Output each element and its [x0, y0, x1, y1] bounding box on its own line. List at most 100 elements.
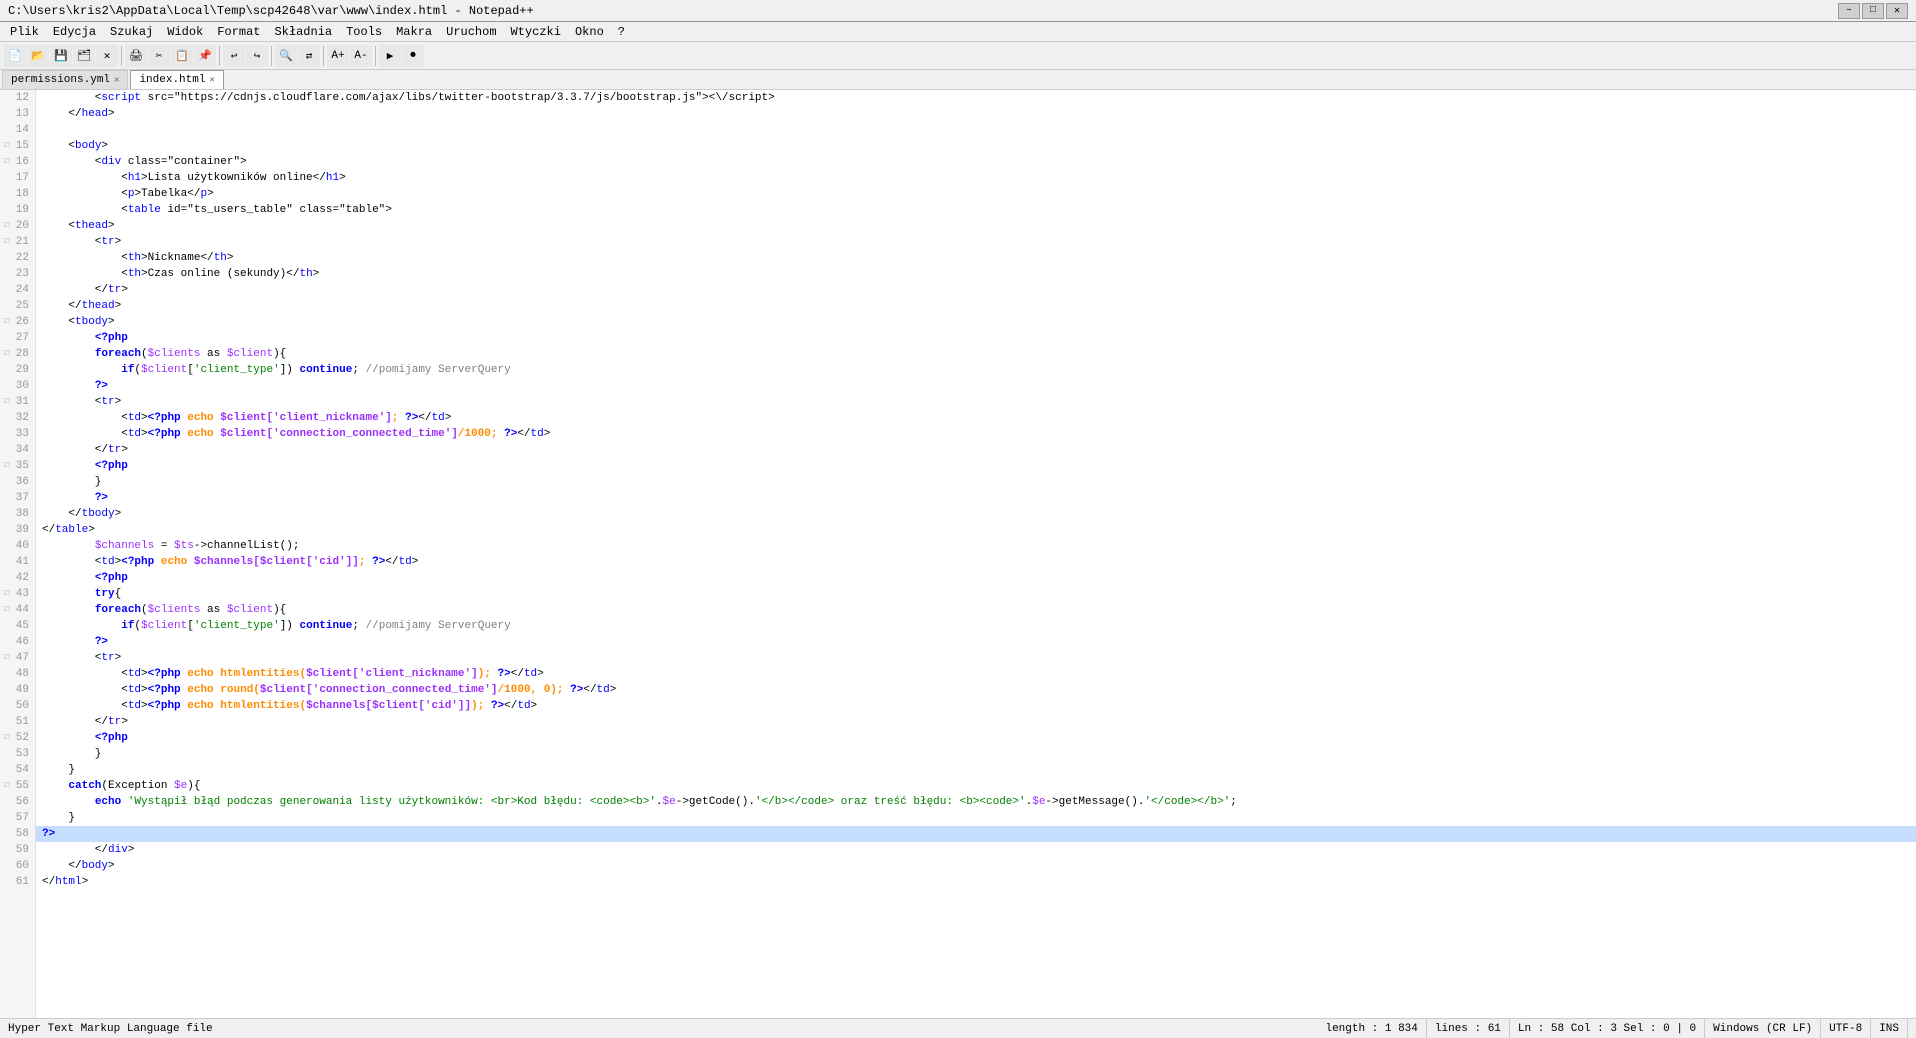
close-button[interactable]: ✕: [1886, 3, 1908, 19]
fold-icon-20[interactable]: □: [0, 218, 14, 234]
code-line-61[interactable]: </html>: [36, 874, 1916, 890]
fold-icon-16[interactable]: □: [0, 154, 14, 170]
menu-uruchom[interactable]: Uruchom: [440, 23, 502, 41]
code-line-21[interactable]: <tr>: [36, 234, 1916, 250]
fold-icon-55[interactable]: □: [0, 778, 14, 794]
menu-makra[interactable]: Makra: [390, 23, 438, 41]
zoom-in-button[interactable]: A+: [327, 45, 349, 67]
save-button[interactable]: 💾: [50, 45, 72, 67]
record-button[interactable]: ⏺: [402, 45, 424, 67]
code-line-56[interactable]: echo 'Wystąpił błąd podczas generowania …: [36, 794, 1916, 810]
redo-button[interactable]: ↪: [246, 45, 268, 67]
code-line-57[interactable]: }: [36, 810, 1916, 826]
minimize-button[interactable]: –: [1838, 3, 1860, 19]
code-line-34[interactable]: </tr>: [36, 442, 1916, 458]
menu-help[interactable]: ?: [612, 23, 631, 41]
code-line-55[interactable]: catch(Exception $e){: [36, 778, 1916, 794]
fold-icon-28[interactable]: □: [0, 346, 14, 362]
code-line-40[interactable]: $channels = $ts->channelList();: [36, 538, 1916, 554]
code-line-53[interactable]: }: [36, 746, 1916, 762]
code-line-44[interactable]: foreach($clients as $client){: [36, 602, 1916, 618]
fold-icon-31[interactable]: □: [0, 394, 14, 410]
fold-icon-52[interactable]: □: [0, 730, 14, 746]
code-line-35[interactable]: <?php: [36, 458, 1916, 474]
copy-button[interactable]: 📋: [171, 45, 193, 67]
fold-icon-15[interactable]: □: [0, 138, 14, 154]
cut-button[interactable]: ✂: [148, 45, 170, 67]
code-line-15[interactable]: <body>: [36, 138, 1916, 154]
code-line-48[interactable]: <td><?php echo htmlentities($client['cli…: [36, 666, 1916, 682]
code-line-30[interactable]: ?>: [36, 378, 1916, 394]
code-line-17[interactable]: <h1>Lista użytkowników online</h1>: [36, 170, 1916, 186]
save-all-button[interactable]: 🗂: [73, 45, 95, 67]
menu-edycja[interactable]: Edycja: [47, 23, 102, 41]
code-line-58[interactable]: ?>: [36, 826, 1916, 842]
tab-permissions-close[interactable]: ✕: [114, 75, 119, 85]
menu-widok[interactable]: Widok: [161, 23, 209, 41]
menu-plik[interactable]: Plik: [4, 23, 45, 41]
code-line-50[interactable]: <td><?php echo htmlentities($channels[$c…: [36, 698, 1916, 714]
code-area[interactable]: <script src="https://cdnjs.cloudflare.co…: [36, 90, 1916, 1018]
code-line-31[interactable]: <tr>: [36, 394, 1916, 410]
code-line-26[interactable]: <tbody>: [36, 314, 1916, 330]
code-line-14[interactable]: [36, 122, 1916, 138]
maximize-button[interactable]: □: [1862, 3, 1884, 19]
fold-icon-26[interactable]: □: [0, 314, 14, 330]
code-line-29[interactable]: if($client['client_type']) continue; //p…: [36, 362, 1916, 378]
tab-index-close[interactable]: ✕: [209, 75, 214, 85]
code-line-60[interactable]: </body>: [36, 858, 1916, 874]
code-line-54[interactable]: }: [36, 762, 1916, 778]
code-line-49[interactable]: <td><?php echo round($client['connection…: [36, 682, 1916, 698]
tab-permissions[interactable]: permissions.yml ✕: [2, 70, 128, 89]
code-line-42[interactable]: <?php: [36, 570, 1916, 586]
code-line-12[interactable]: <script src="https://cdnjs.cloudflare.co…: [36, 90, 1916, 106]
code-line-20[interactable]: <thead>: [36, 218, 1916, 234]
new-button[interactable]: 📄: [4, 45, 26, 67]
menu-okno[interactable]: Okno: [569, 23, 610, 41]
run-button[interactable]: ▶: [379, 45, 401, 67]
code-line-27[interactable]: <?php: [36, 330, 1916, 346]
code-line-38[interactable]: </tbody>: [36, 506, 1916, 522]
code-line-23[interactable]: <th>Czas online (sekundy)</th>: [36, 266, 1916, 282]
code-line-59[interactable]: </div>: [36, 842, 1916, 858]
menu-tools[interactable]: Tools: [340, 23, 388, 41]
menu-szukaj[interactable]: Szukaj: [104, 23, 159, 41]
undo-button[interactable]: ↩: [223, 45, 245, 67]
tab-index-html[interactable]: index.html ✕: [130, 70, 223, 89]
menu-wtyczki[interactable]: Wtyczki: [505, 23, 567, 41]
code-line-22[interactable]: <th>Nickname</th>: [36, 250, 1916, 266]
fold-icon-47[interactable]: □: [0, 650, 14, 666]
code-line-39[interactable]: </table>: [36, 522, 1916, 538]
code-line-41[interactable]: <td><?php echo $channels[$client['cid']]…: [36, 554, 1916, 570]
code-line-37[interactable]: ?>: [36, 490, 1916, 506]
find-button[interactable]: 🔍: [275, 45, 297, 67]
close-button[interactable]: ✕: [96, 45, 118, 67]
code-line-32[interactable]: <td><?php echo $client['client_nickname'…: [36, 410, 1916, 426]
code-line-13[interactable]: </head>: [36, 106, 1916, 122]
code-line-52[interactable]: <?php: [36, 730, 1916, 746]
fold-icon-21[interactable]: □: [0, 234, 14, 250]
menu-skladnia[interactable]: Składnia: [268, 23, 338, 41]
code-line-47[interactable]: <tr>: [36, 650, 1916, 666]
fold-icon-43[interactable]: □: [0, 586, 14, 602]
code-line-33[interactable]: <td><?php echo $client['connection_conne…: [36, 426, 1916, 442]
menu-format[interactable]: Format: [211, 23, 266, 41]
replace-button[interactable]: ⇄: [298, 45, 320, 67]
zoom-out-button[interactable]: A-: [350, 45, 372, 67]
code-line-19[interactable]: <table id="ts_users_table" class="table"…: [36, 202, 1916, 218]
code-line-25[interactable]: </thead>: [36, 298, 1916, 314]
open-button[interactable]: 📂: [27, 45, 49, 67]
paste-button[interactable]: 📌: [194, 45, 216, 67]
code-line-43[interactable]: try{: [36, 586, 1916, 602]
code-line-24[interactable]: </tr>: [36, 282, 1916, 298]
fold-icon-44[interactable]: □: [0, 602, 14, 618]
code-line-36[interactable]: }: [36, 474, 1916, 490]
code-line-28[interactable]: foreach($clients as $client){: [36, 346, 1916, 362]
fold-icon-35[interactable]: □: [0, 458, 14, 474]
code-line-16[interactable]: <div class="container">: [36, 154, 1916, 170]
code-line-46[interactable]: ?>: [36, 634, 1916, 650]
code-line-45[interactable]: if($client['client_type']) continue; //p…: [36, 618, 1916, 634]
code-line-51[interactable]: </tr>: [36, 714, 1916, 730]
code-line-18[interactable]: <p>Tabelka</p>: [36, 186, 1916, 202]
print-button[interactable]: 🖨: [125, 45, 147, 67]
